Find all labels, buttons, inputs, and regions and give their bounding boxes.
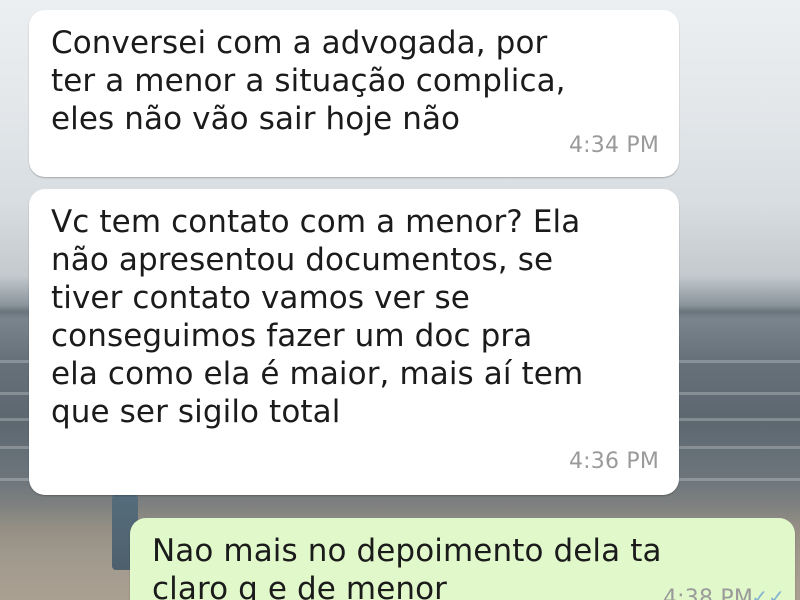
message-text-line: Conversei com a advogada, por <box>51 25 548 61</box>
message-timestamp: 4:36 PM <box>568 449 659 474</box>
message-text-line: ela como ela é maior, mais aí tem <box>51 356 584 392</box>
message-text-line: eles não vão sair hoje não <box>51 101 461 137</box>
message-text-line: tiver contato vamos ver se <box>51 280 470 316</box>
message-timestamp: 4:34 PM <box>568 133 659 158</box>
incoming-message-bubble[interactable]: Conversei com a advogada, por ter a meno… <box>29 10 679 177</box>
message-text-line: ter a menor a situação complica, <box>51 63 566 99</box>
message-text-line: não apresentou documentos, se <box>51 242 554 278</box>
message-text-line: Vc tem contato com a menor? Ela <box>51 204 581 240</box>
message-text-line: conseguimos fazer um doc pra <box>51 318 533 354</box>
outgoing-message-bubble[interactable]: Nao mais no depoimento dela ta claro q e… <box>130 518 795 600</box>
incoming-message-bubble[interactable]: Vc tem contato com a menor? Ela não apre… <box>29 189 679 495</box>
message-timestamp: 4:38 PM <box>662 586 753 600</box>
double-check-icon: ✓✓ <box>751 585 785 600</box>
message-text-line: Nao mais no depoimento dela ta <box>152 533 662 569</box>
message-text-line: que ser sigilo total <box>51 394 341 430</box>
